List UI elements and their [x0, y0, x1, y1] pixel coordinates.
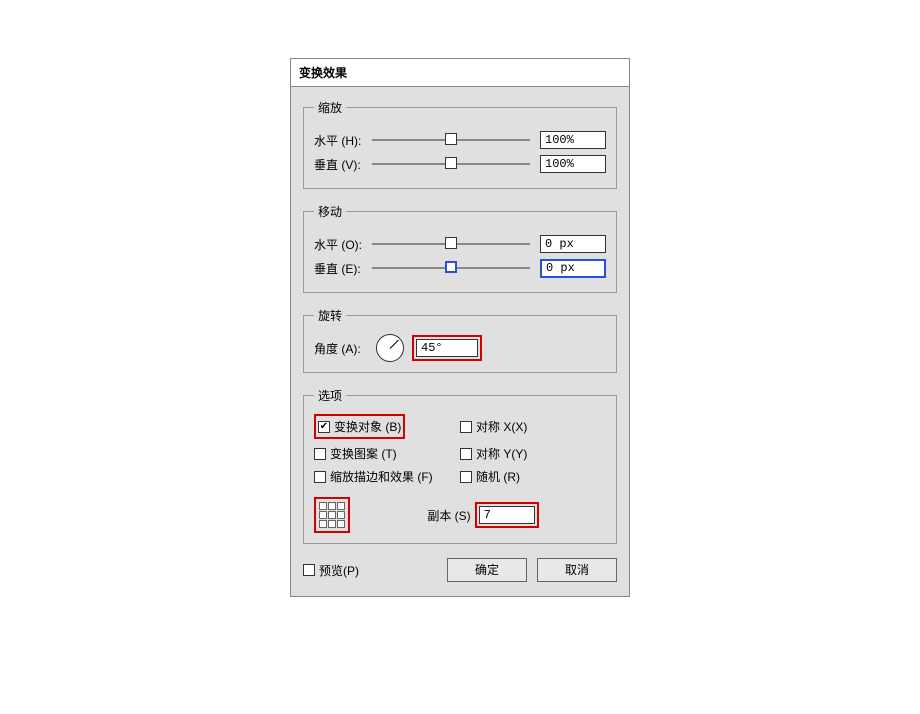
scale-v-slider[interactable]: [372, 156, 530, 172]
transform-pattern-checkbox[interactable]: 变换图案 (T): [314, 445, 460, 462]
checkbox-icon: [318, 421, 330, 433]
dialog-footer: 预览(P) 确定 取消: [303, 558, 617, 582]
angle-highlight: [412, 335, 482, 361]
copies-highlight: [475, 502, 539, 528]
scale-h-slider[interactable]: [372, 132, 530, 148]
scale-h-input[interactable]: [540, 131, 606, 149]
random-checkbox[interactable]: 随机 (R): [460, 468, 606, 485]
options-bottom-row: 副本 (S): [314, 497, 606, 533]
anchor-cell[interactable]: [337, 520, 345, 528]
checkbox-label: 变换对象 (B): [334, 418, 401, 435]
slider-thumb[interactable]: [445, 157, 457, 169]
anchor-grid[interactable]: [318, 501, 346, 529]
checkbox-icon: [303, 564, 315, 576]
move-group: 移动 水平 (O): 垂直 (E):: [303, 203, 617, 293]
slider-thumb[interactable]: [445, 237, 457, 249]
anchor-cell[interactable]: [337, 502, 345, 510]
anchor-highlight: [314, 497, 350, 533]
scale-strokes-checkbox[interactable]: 缩放描边和效果 (F): [314, 468, 460, 485]
checkbox-icon: [314, 471, 326, 483]
rotate-group: 旋转 角度 (A):: [303, 307, 617, 373]
rotate-label: 角度 (A):: [314, 340, 372, 357]
transform-effect-dialog: 变换效果 缩放 水平 (H): 垂直 (V):: [290, 58, 630, 597]
checkbox-icon: [314, 448, 326, 460]
anchor-cell[interactable]: [328, 520, 336, 528]
transform-object-checkbox[interactable]: 变换对象 (B): [318, 418, 401, 435]
slider-thumb[interactable]: [445, 133, 457, 145]
anchor-cell[interactable]: [337, 511, 345, 519]
scale-h-label: 水平 (H):: [314, 132, 372, 149]
checkbox-icon: [460, 448, 472, 460]
scale-group: 缩放 水平 (H): 垂直 (V):: [303, 99, 617, 189]
anchor-cell[interactable]: [319, 520, 327, 528]
scale-v-label: 垂直 (V):: [314, 156, 372, 173]
scale-v-input[interactable]: [540, 155, 606, 173]
angle-input[interactable]: [416, 339, 478, 357]
scale-legend: 缩放: [314, 99, 346, 116]
options-legend: 选项: [314, 387, 346, 404]
options-grid: 变换对象 (B) 对称 X(X) 变换图案 (T) 对称 Y(Y): [314, 414, 606, 485]
checkbox-icon: [460, 471, 472, 483]
dialog-title: 变换效果: [291, 59, 629, 87]
checkbox-icon: [460, 421, 472, 433]
reflect-y-checkbox[interactable]: 对称 Y(Y): [460, 445, 606, 462]
rotate-legend: 旋转: [314, 307, 346, 324]
reflect-x-checkbox[interactable]: 对称 X(X): [460, 414, 606, 439]
rotate-row: 角度 (A):: [314, 334, 606, 362]
move-v-input[interactable]: [540, 259, 606, 278]
angle-dial[interactable]: [376, 334, 404, 362]
scale-v-row: 垂直 (V):: [314, 154, 606, 174]
preview-checkbox[interactable]: 预览(P): [303, 562, 359, 579]
ok-button[interactable]: 确定: [447, 558, 527, 582]
anchor-cell[interactable]: [328, 502, 336, 510]
copies-row: 副本 (S): [360, 502, 606, 528]
checkbox-label: 对称 Y(Y): [476, 445, 527, 462]
transform-object-highlight: 变换对象 (B): [314, 414, 405, 439]
scale-h-row: 水平 (H):: [314, 130, 606, 150]
move-v-row: 垂直 (E):: [314, 258, 606, 278]
move-h-label: 水平 (O):: [314, 236, 372, 253]
checkbox-label: 缩放描边和效果 (F): [330, 468, 433, 485]
checkbox-label: 预览(P): [319, 562, 359, 579]
checkbox-label: 变换图案 (T): [330, 445, 397, 462]
copies-input[interactable]: [479, 506, 535, 524]
slider-thumb[interactable]: [445, 261, 457, 273]
move-h-input[interactable]: [540, 235, 606, 253]
anchor-cell[interactable]: [328, 511, 336, 519]
anchor-cell[interactable]: [319, 502, 327, 510]
angle-indicator: [390, 340, 399, 349]
move-h-slider[interactable]: [372, 236, 530, 252]
dialog-body: 缩放 水平 (H): 垂直 (V): 移动: [291, 87, 629, 596]
checkbox-label: 对称 X(X): [476, 418, 527, 435]
move-v-slider[interactable]: [372, 260, 530, 276]
move-v-label: 垂直 (E):: [314, 260, 372, 277]
checkbox-label: 随机 (R): [476, 468, 520, 485]
move-legend: 移动: [314, 203, 346, 220]
anchor-cell[interactable]: [319, 511, 327, 519]
cancel-button[interactable]: 取消: [537, 558, 617, 582]
options-group: 选项 变换对象 (B) 对称 X(X) 变换图案 (T): [303, 387, 617, 544]
move-h-row: 水平 (O):: [314, 234, 606, 254]
copies-label: 副本 (S): [427, 507, 470, 524]
